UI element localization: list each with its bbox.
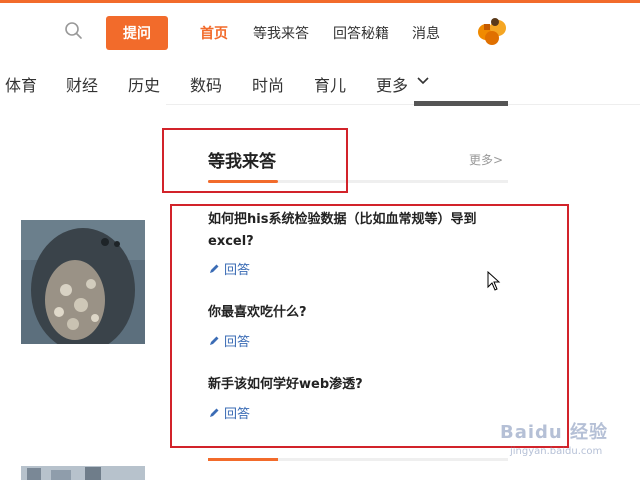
avatar-icon[interactable] [474, 12, 510, 48]
thumbnail-edge [414, 101, 508, 106]
highlight-box-questions [170, 204, 569, 448]
whale-image[interactable] [21, 220, 145, 344]
category-parenting[interactable]: 育儿 [314, 72, 346, 96]
chevron-down-icon[interactable] [416, 74, 430, 88]
category-sports[interactable]: 体育 [5, 72, 37, 96]
section-more-link[interactable]: 更多> [469, 151, 503, 168]
category-more[interactable]: 更多 [376, 72, 408, 96]
watermark-brand: Baidu 经验 [500, 422, 609, 443]
watermark-url: jingyan.baidu.com [510, 446, 603, 457]
nav-messages[interactable]: 消息 [412, 23, 440, 43]
divider [166, 104, 640, 105]
search-icon[interactable] [64, 21, 84, 41]
nav-answer-tips[interactable]: 回答秘籍 [333, 23, 389, 43]
cursor-icon [487, 271, 501, 291]
nav-waiting-answer[interactable]: 等我来答 [253, 23, 309, 43]
next-section-underline-accent [208, 458, 278, 461]
category-digital[interactable]: 数码 [190, 72, 222, 96]
highlight-box-title [162, 128, 348, 193]
thumbnail-image[interactable] [21, 466, 145, 480]
category-history[interactable]: 历史 [128, 72, 160, 96]
category-bar: 体育 财经 历史 数码 时尚 育儿 更多 [0, 60, 640, 104]
header: 提问 首页 等我来答 回答秘籍 消息 [0, 3, 640, 59]
category-fashion[interactable]: 时尚 [252, 72, 284, 96]
ask-question-button[interactable]: 提问 [106, 16, 168, 50]
category-finance[interactable]: 财经 [66, 72, 98, 96]
nav-home[interactable]: 首页 [200, 23, 228, 43]
